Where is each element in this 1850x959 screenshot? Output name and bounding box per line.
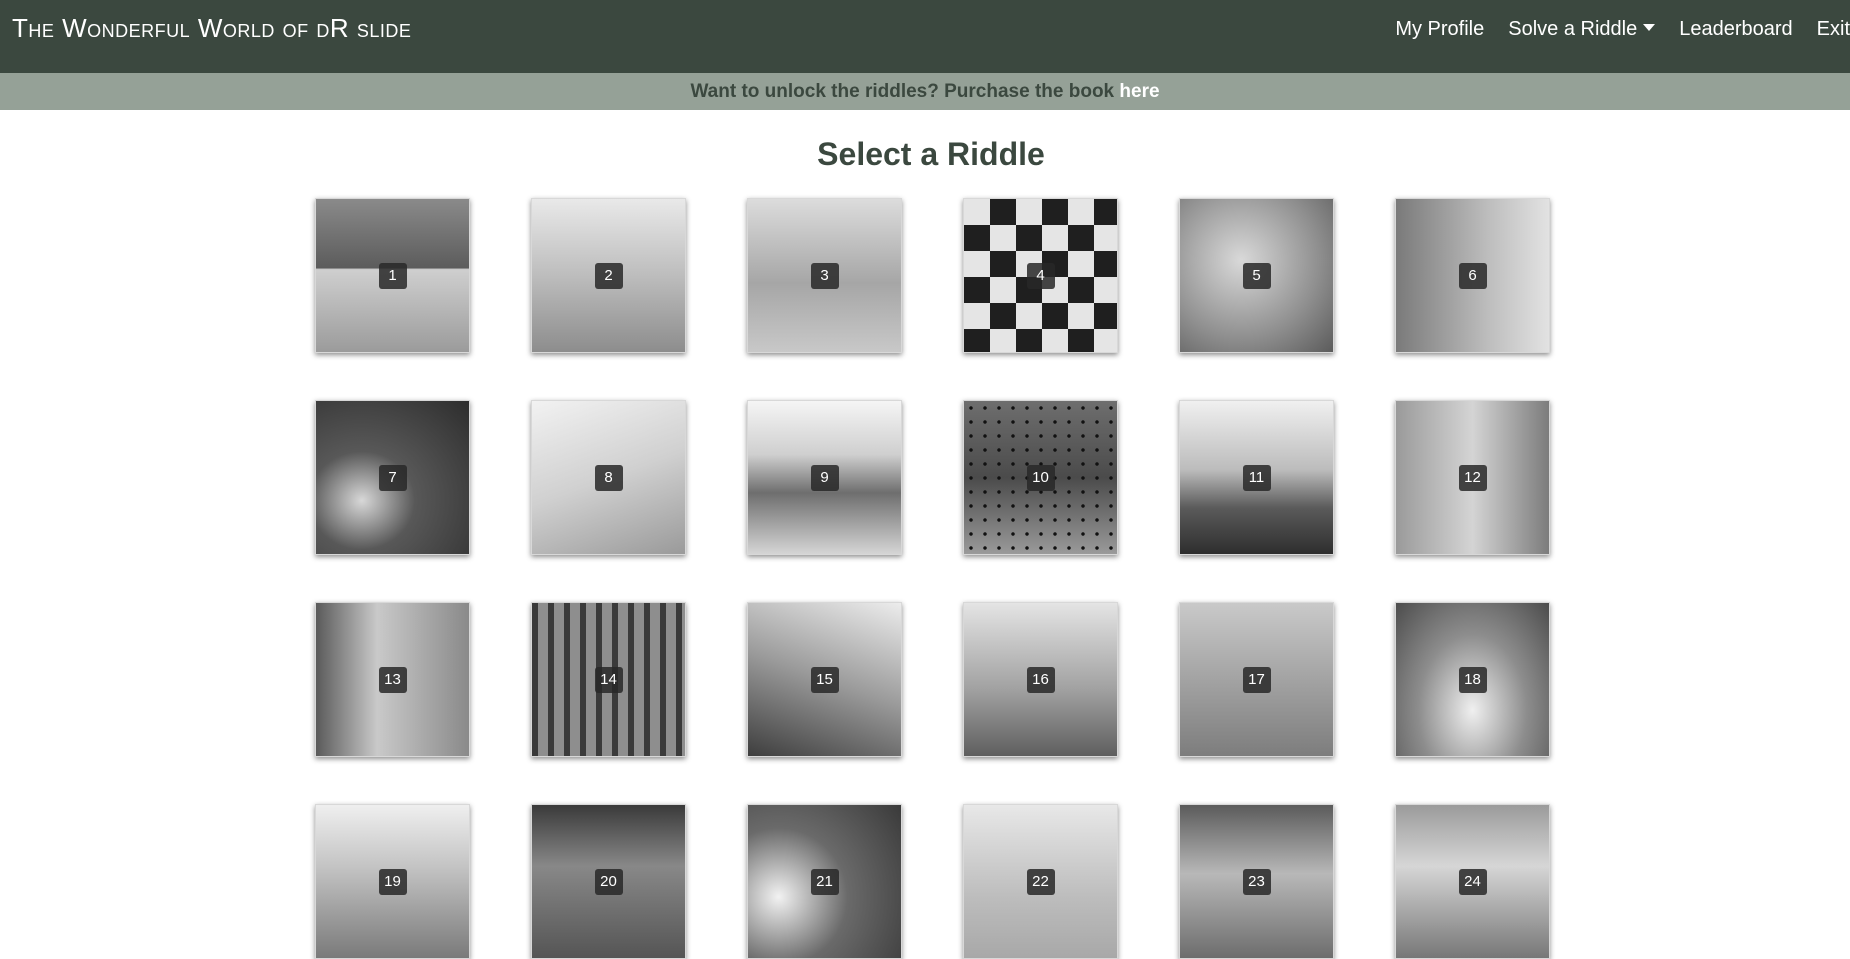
riddle-tile[interactable]: 8 — [531, 400, 686, 555]
riddle-grid: 1 2 3 4 5 6 7 8 9 10 11 12 13 14 15 16 17 18 19 20 21 22 23 24 — [0, 0, 1850, 959]
riddle-number-badge: 6 — [1458, 262, 1487, 289]
riddle-tile[interactable]: 24 — [1395, 804, 1550, 959]
riddle-tile[interactable]: 10 — [963, 400, 1118, 555]
riddle-number-badge: 18 — [1458, 666, 1487, 693]
riddle-tile[interactable]: 2 — [531, 198, 686, 353]
riddle-number-badge: 23 — [1242, 868, 1271, 895]
riddle-tile[interactable]: 9 — [747, 400, 902, 555]
riddle-number-badge: 13 — [378, 666, 407, 693]
riddle-tile[interactable]: 18 — [1395, 602, 1550, 757]
riddle-number-badge: 24 — [1458, 868, 1487, 895]
riddle-number-badge: 12 — [1458, 464, 1487, 491]
riddle-tile[interactable]: 12 — [1395, 400, 1550, 555]
riddle-number-badge: 5 — [1242, 262, 1271, 289]
riddle-tile[interactable]: 6 — [1395, 198, 1550, 353]
riddle-number-badge: 2 — [594, 262, 623, 289]
riddle-number-badge: 11 — [1242, 464, 1271, 491]
riddle-number-badge: 21 — [810, 868, 839, 895]
riddle-tile[interactable]: 3 — [747, 198, 902, 353]
riddle-tile[interactable]: 20 — [531, 804, 686, 959]
riddle-tile[interactable]: 11 — [1179, 400, 1334, 555]
riddle-tile[interactable]: 1 — [315, 198, 470, 353]
riddle-number-badge: 15 — [810, 666, 839, 693]
riddle-tile[interactable]: 15 — [747, 602, 902, 757]
riddle-number-badge: 7 — [378, 464, 407, 491]
riddle-number-badge: 4 — [1026, 262, 1055, 289]
riddle-tile[interactable]: 7 — [315, 400, 470, 555]
riddle-number-badge: 16 — [1026, 666, 1055, 693]
riddle-tile[interactable]: 22 — [963, 804, 1118, 959]
riddle-tile[interactable]: 13 — [315, 602, 470, 757]
riddle-tile[interactable]: 19 — [315, 804, 470, 959]
riddle-number-badge: 19 — [378, 868, 407, 895]
riddle-tile[interactable]: 5 — [1179, 198, 1334, 353]
riddle-number-badge: 9 — [810, 464, 839, 491]
riddle-tile[interactable]: 21 — [747, 804, 902, 959]
riddle-tile[interactable]: 4 — [963, 198, 1118, 353]
riddle-number-badge: 3 — [810, 262, 839, 289]
riddle-number-badge: 14 — [594, 666, 623, 693]
riddle-number-badge: 20 — [594, 868, 623, 895]
riddle-tile[interactable]: 14 — [531, 602, 686, 757]
riddle-tile[interactable]: 16 — [963, 602, 1118, 757]
riddle-number-badge: 22 — [1026, 868, 1055, 895]
riddle-tile[interactable]: 23 — [1179, 804, 1334, 959]
riddle-tile[interactable]: 17 — [1179, 602, 1334, 757]
riddle-number-badge: 8 — [594, 464, 623, 491]
riddle-number-badge: 17 — [1242, 666, 1271, 693]
riddle-number-badge: 1 — [378, 262, 407, 289]
riddle-number-badge: 10 — [1026, 464, 1055, 491]
